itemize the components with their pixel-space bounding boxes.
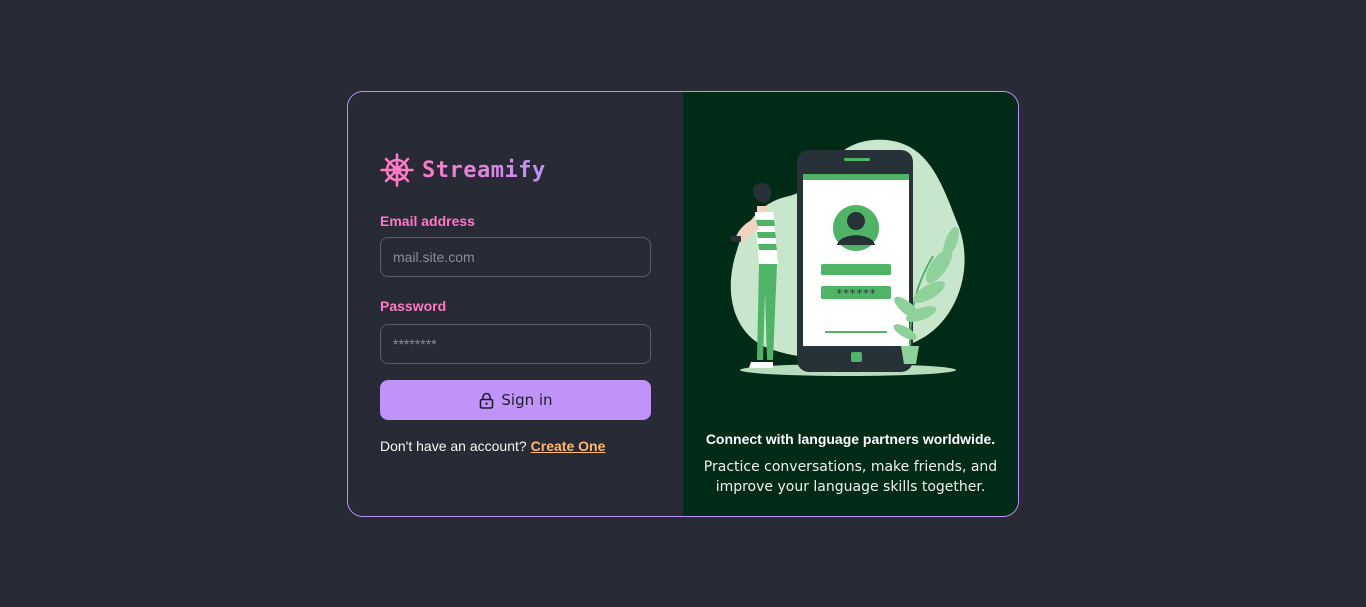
signup-prompt: Don't have an account? Create One (380, 438, 605, 454)
promo-subtext: Practice conversations, make friends, an… (703, 459, 998, 495)
password-field[interactable] (380, 324, 651, 364)
password-label: Password (380, 298, 447, 314)
sign-in-button[interactable]: Sign in (380, 380, 651, 420)
brand-name: Streamify (422, 157, 546, 183)
create-account-link[interactable]: Create One (531, 438, 606, 454)
password-mask-text: ****** (836, 287, 876, 300)
login-card: Streamify Email address Password Sign in… (347, 91, 1019, 517)
email-field[interactable] (380, 237, 651, 277)
promo-panel: ****** Connect with language partners wo… (683, 92, 1018, 516)
promo-headline: Connect with language partners worldwide… (705, 431, 996, 447)
sign-in-label: Sign in (501, 391, 553, 409)
lock-icon (478, 392, 495, 409)
email-label: Email address (380, 213, 475, 229)
brand: Streamify (380, 153, 546, 187)
signup-prompt-text: Don't have an account? (380, 438, 527, 454)
ship-wheel-icon (380, 153, 414, 187)
login-panel: Streamify Email address Password Sign in… (348, 92, 683, 516)
phone-login-illustration: ****** (730, 139, 965, 376)
